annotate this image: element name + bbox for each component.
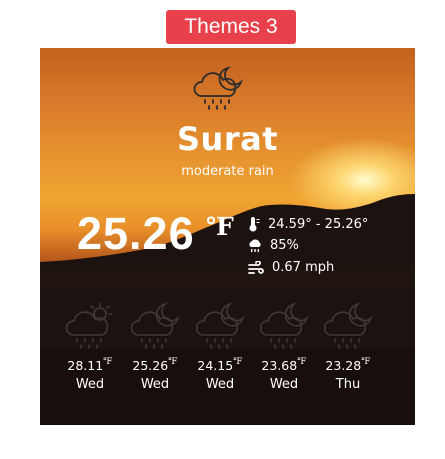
weather-description: moderate rain — [181, 164, 274, 179]
forecast-unit: ℉ — [103, 357, 113, 367]
humidity: 85% — [270, 238, 299, 253]
cloud-moon-rain-icon — [195, 302, 245, 349]
thermometer-icon — [249, 217, 260, 232]
temp-range: 24.59° - 25.26° — [268, 216, 369, 232]
cloud-moon-rain-icon — [130, 302, 180, 349]
forecast-day: Wed — [75, 377, 105, 392]
forecast-day: Thu — [335, 377, 361, 392]
forecast-unit: ℉ — [297, 357, 307, 367]
rain-cloud-icon — [249, 238, 261, 252]
themes-button[interactable]: Themes 3 — [166, 10, 296, 44]
forecast-temp: 23.68 — [261, 358, 298, 373]
cloud-sun-rain-icon — [65, 302, 113, 349]
forecast-unit: ℉ — [233, 357, 243, 367]
forecast-unit: ℉ — [361, 357, 371, 367]
forecast-unit: ℉ — [168, 357, 178, 367]
forecast-temp: 28.11 — [67, 358, 104, 373]
forecast-temp: 23.28 — [325, 358, 362, 373]
forecast-item: 23.68℉ Wed — [255, 300, 313, 392]
temp-range-row: 24.59° - 25.26° — [248, 216, 368, 232]
forecast-item: 24.15℉ Wed — [191, 300, 249, 392]
weather-card: Surat moderate rain 25.26 ℉ 24.59° - 25.… — [40, 48, 415, 425]
forecast-item: 25.26℉ Wed — [126, 300, 184, 392]
forecast-temp: 25.26 — [132, 358, 169, 373]
wind-row: 0.67 mph — [248, 260, 334, 275]
cloud-moon-rain-icon — [193, 66, 243, 110]
humidity-row: 85% — [248, 238, 299, 253]
forecast-item: 28.11℉ Wed — [61, 300, 119, 392]
wind-speed: 0.67 mph — [272, 260, 335, 275]
city-name: Surat — [177, 120, 278, 158]
forecast-day: Wed — [140, 377, 170, 392]
cloud-moon-rain-icon — [259, 302, 309, 349]
temperature-unit: ℉ — [206, 212, 234, 241]
forecast-day: Wed — [269, 377, 299, 392]
wind-icon — [248, 260, 264, 274]
forecast-day: Wed — [205, 377, 235, 392]
forecast-temp: 24.15 — [197, 358, 234, 373]
current-temperature: 25.26 — [77, 208, 195, 259]
forecast-item: 23.28℉ Thu — [319, 300, 377, 392]
cloud-moon-rain-icon — [323, 302, 373, 349]
